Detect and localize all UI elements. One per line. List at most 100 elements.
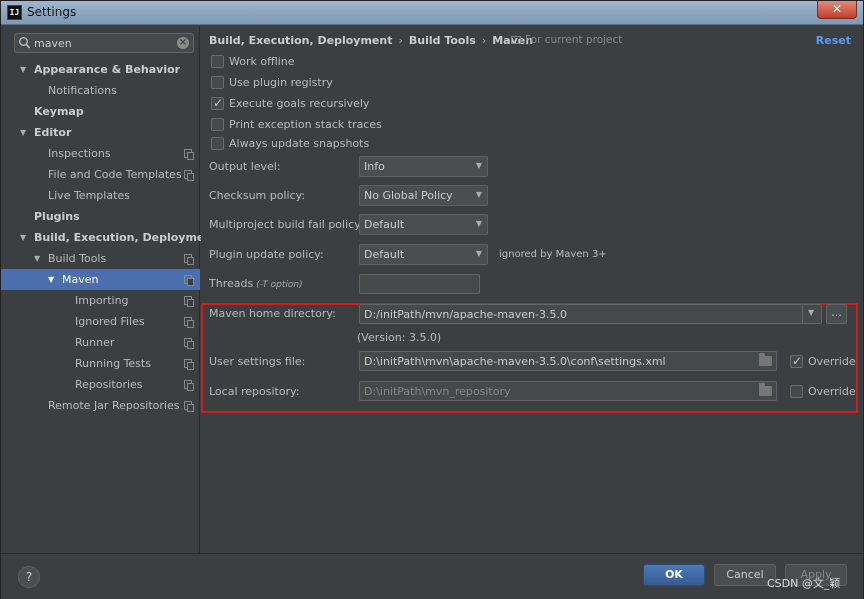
sidebar-item-repositories[interactable]: Repositories: [1, 374, 200, 395]
checkbox-box[interactable]: [790, 353, 803, 369]
select-value: No Global Policy: [364, 189, 453, 202]
ok-button[interactable]: OK: [643, 564, 705, 586]
checkbox-box[interactable]: [211, 55, 224, 68]
sidebar-item-ignored-files[interactable]: Ignored Files: [1, 311, 200, 332]
maven-home-value: D:/initPath/mvn/apache-maven-3.5.0: [364, 308, 567, 321]
maven-home-combo[interactable]: D:/initPath/mvn/apache-maven-3.5.0 ▼: [359, 304, 822, 324]
threads-input[interactable]: [359, 274, 480, 294]
clear-search-icon[interactable]: ×: [177, 37, 189, 49]
output-level-select[interactable]: Info ▼: [359, 156, 488, 177]
select-value: Default: [364, 218, 405, 231]
checkbox-label: Override: [808, 355, 856, 368]
local-repo-label: Local repository:: [209, 385, 300, 398]
select-value: Info: [364, 160, 385, 173]
plugin-update-policy-select[interactable]: Default ▼: [359, 244, 488, 265]
checkbox-box[interactable]: [211, 118, 224, 131]
sidebar-item-build-tools[interactable]: ▼ Build Tools: [1, 248, 200, 269]
sidebar-item-label: Maven: [62, 273, 99, 286]
settings-search[interactable]: ×: [14, 33, 194, 53]
checkbox-box[interactable]: [790, 385, 803, 398]
maven-settings-panel: Build, Execution, Deployment › Build Tools…: [201, 26, 863, 553]
sidebar-item-editor[interactable]: ▼ Editor: [1, 122, 200, 143]
checksum-policy-select[interactable]: No Global Policy ▼: [359, 185, 488, 206]
sidebar-item-appearance-behavior[interactable]: ▼ Appearance & Behavior: [1, 59, 200, 80]
select-value: Default: [364, 248, 405, 261]
project-scope-icon: [184, 380, 194, 391]
maven-version-note: (Version: 3.5.0): [357, 331, 442, 344]
checkbox-label: Work offline: [229, 55, 295, 68]
checksum-policy-label: Checksum policy:: [209, 189, 306, 202]
project-scope-icon: [184, 149, 194, 160]
checkbox-box[interactable]: [211, 137, 224, 150]
user-settings-field[interactable]: D:\initPath\mvn\apache-maven-3.5.0\conf\…: [359, 351, 777, 371]
expand-arrow-icon[interactable]: ▼: [34, 248, 40, 269]
settings-window: IJ Settings ✕ × ▼ Appearance & Behavior …: [0, 0, 864, 599]
sidebar-item-file-code-templates[interactable]: File and Code Templates: [1, 164, 200, 185]
expand-arrow-icon[interactable]: ▼: [48, 269, 54, 290]
sidebar-item-label: Plugins: [34, 210, 80, 223]
project-scope-icon: [184, 275, 194, 286]
folder-icon[interactable]: [759, 353, 772, 366]
plugin-update-policy-note: ignored by Maven 3+: [499, 249, 607, 260]
sidebar-item-running-tests[interactable]: Running Tests: [1, 353, 200, 374]
expand-arrow-icon[interactable]: ▼: [20, 227, 26, 248]
checkbox-box[interactable]: [211, 76, 224, 89]
breadcrumb-item: Build, Execution, Deployment: [209, 34, 393, 47]
project-scope-icon: [184, 401, 194, 412]
sidebar-item-live-templates[interactable]: Live Templates: [1, 185, 200, 206]
close-button[interactable]: ✕: [817, 1, 857, 19]
sidebar-item-label: Runner: [75, 336, 115, 349]
maven-home-browse-button[interactable]: ...: [826, 304, 847, 324]
sidebar-item-label: Repositories: [75, 378, 143, 391]
sidebar-item-plugins[interactable]: Plugins: [1, 206, 200, 227]
expand-arrow-icon[interactable]: ▼: [20, 59, 26, 80]
chevron-down-icon: ▼: [475, 219, 482, 228]
search-input[interactable]: [34, 35, 174, 51]
settings-sidebar: × ▼ Appearance & Behavior Notifications …: [1, 26, 217, 553]
threads-label-text: Threads: [209, 277, 254, 290]
multiproject-policy-select[interactable]: Default ▼: [359, 214, 488, 235]
title-bar: IJ Settings ✕: [1, 1, 863, 25]
output-level-label: Output level:: [209, 160, 281, 173]
sidebar-item-keymap[interactable]: Keymap: [1, 101, 200, 122]
checkbox-label: Override: [808, 385, 856, 398]
dialog-footer: ? OK Cancel Apply CSDN @文_颖: [1, 553, 863, 599]
sidebar-item-inspections[interactable]: Inspections: [1, 143, 200, 164]
sidebar-item-label: Build Tools: [48, 252, 107, 265]
user-settings-label: User settings file:: [209, 355, 306, 368]
checkbox-box[interactable]: [211, 95, 224, 111]
sidebar-item-label: File and Code Templates: [48, 168, 182, 181]
project-scope-icon: [184, 338, 194, 349]
checkbox-label: Execute goals recursively: [229, 97, 370, 110]
sidebar-item-remote-jar-repositories[interactable]: Remote Jar Repositories: [1, 395, 200, 416]
maven-home-dropdown[interactable]: ▼: [802, 304, 821, 324]
sidebar-item-label: Importing: [75, 294, 129, 307]
project-scope-icon: [184, 254, 194, 265]
settings-tree: ▼ Appearance & Behavior Notifications Ke…: [1, 59, 217, 416]
intellij-app-icon: IJ: [7, 5, 22, 20]
expand-arrow-icon[interactable]: ▼: [20, 122, 26, 143]
project-scope-icon: [184, 296, 194, 307]
local-repo-field[interactable]: D:\initPath\mvn_repository: [359, 381, 777, 401]
sidebar-item-importing[interactable]: Importing: [1, 290, 200, 311]
sidebar-item-build-execution-deployment[interactable]: ▼ Build, Execution, Deployment: [1, 227, 217, 248]
chevron-down-icon: ▼: [475, 249, 482, 258]
help-button[interactable]: ?: [18, 566, 40, 588]
sidebar-item-maven[interactable]: ▼ Maven: [1, 269, 200, 290]
sidebar-item-label: Remote Jar Repositories: [48, 399, 180, 412]
breadcrumb-separator: ›: [481, 34, 487, 47]
window-title: Settings: [27, 5, 77, 19]
sidebar-item-runner[interactable]: Runner: [1, 332, 200, 353]
threads-hint: (-T option): [256, 280, 303, 290]
checkbox-label: Use plugin registry: [229, 76, 333, 89]
chevron-down-icon: ▼: [475, 161, 482, 170]
sidebar-item-label: Build, Execution, Deployment: [34, 231, 218, 244]
multiproject-policy-label: Multiproject build fail policy:: [209, 218, 364, 231]
sidebar-item-label: Appearance & Behavior: [34, 63, 181, 76]
plugin-update-policy-label: Plugin update policy:: [209, 248, 324, 261]
reset-link[interactable]: Reset: [816, 34, 851, 47]
threads-label: Threads (-T option): [209, 277, 303, 290]
sidebar-item-notifications[interactable]: Notifications: [1, 80, 200, 101]
folder-icon[interactable]: [759, 383, 772, 396]
chevron-down-icon: ▼: [475, 190, 482, 199]
